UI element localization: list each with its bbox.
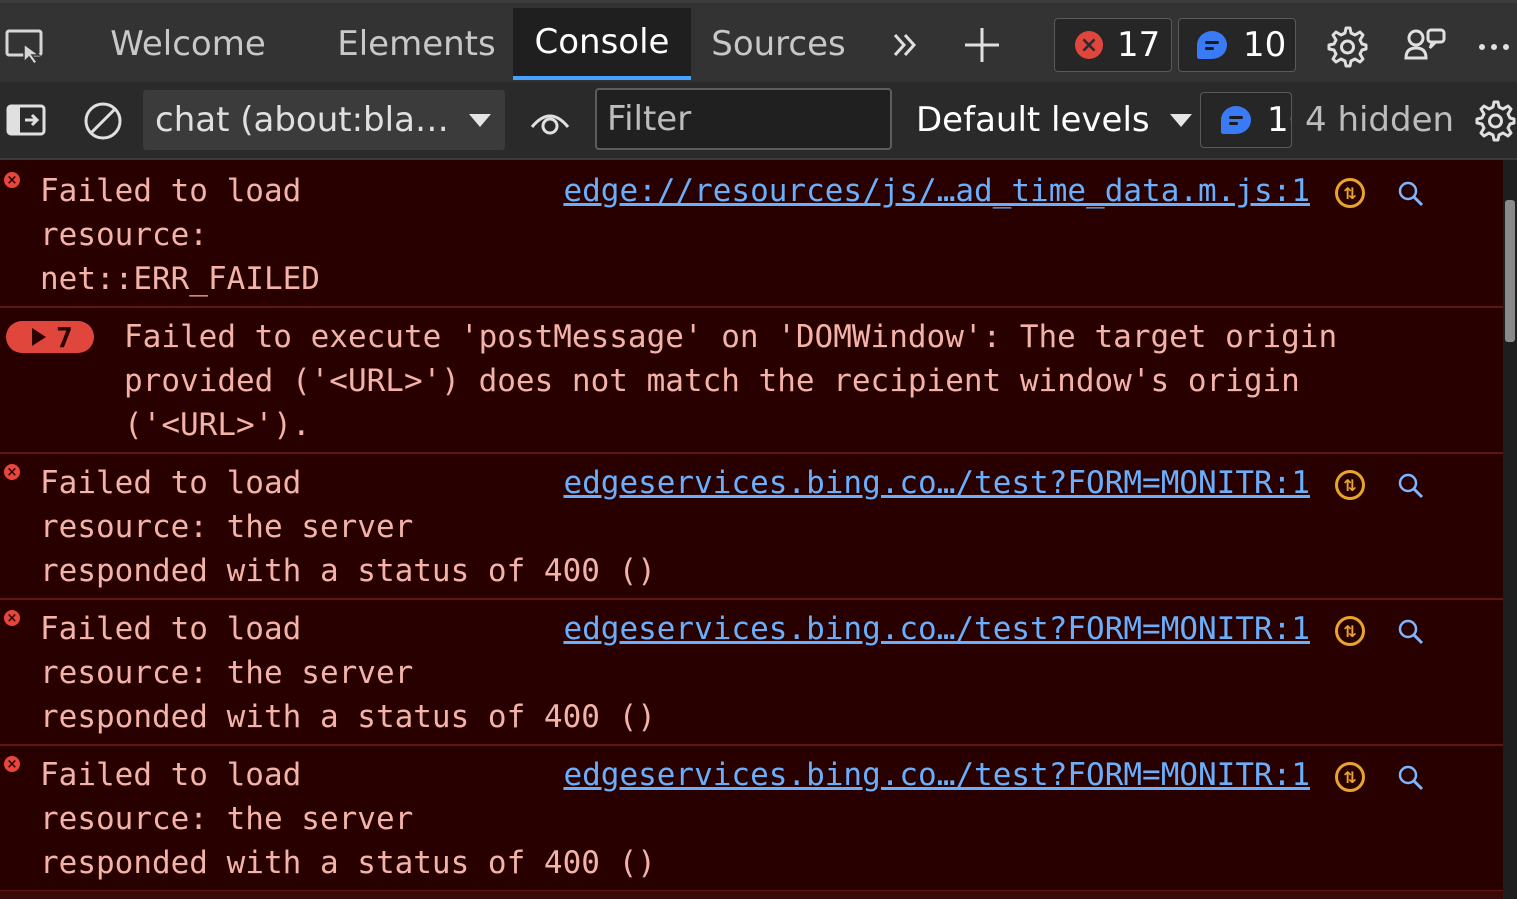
- filter-input[interactable]: [595, 88, 892, 150]
- message-divider: [0, 891, 1503, 899]
- tab-console[interactable]: Console: [513, 8, 691, 80]
- more-tabs-icon[interactable]: [884, 23, 926, 67]
- console-message[interactable]: × Failed to load resource: the server re…: [0, 746, 1503, 892]
- tab-sources[interactable]: Sources: [696, 8, 861, 80]
- source-link[interactable]: edge://resources/js/…ad_time_data.m.js:1: [503, 169, 1310, 213]
- search-icon[interactable]: [1397, 180, 1425, 208]
- hidden-messages-count: 4 hidden: [1305, 100, 1455, 140]
- issues-count: 10: [1267, 100, 1291, 140]
- error-icon: ×: [4, 464, 20, 480]
- console-message[interactable]: × Failed to load resource: the server re…: [0, 454, 1503, 600]
- show-sidebar-icon[interactable]: [2, 98, 50, 142]
- customize-devtools-icon[interactable]: [1400, 22, 1450, 70]
- message-icon: [1197, 31, 1227, 59]
- clear-console-icon[interactable]: [80, 98, 126, 144]
- inspect-element-icon[interactable]: [0, 23, 50, 67]
- console-message[interactable]: × Failed to load resource: net::ERR_FAIL…: [0, 160, 1503, 308]
- tab-elements[interactable]: Elements: [325, 8, 508, 80]
- tab-welcome[interactable]: Welcome: [92, 8, 284, 80]
- network-request-icon[interactable]: ⇅: [1335, 178, 1365, 208]
- error-icon: ×: [4, 756, 20, 772]
- network-request-icon[interactable]: ⇅: [1335, 762, 1365, 792]
- source-link[interactable]: edgeservices.bing.co…/test?FORM=MONITR:1: [503, 607, 1310, 651]
- log-levels-label: Default levels: [916, 100, 1150, 140]
- context-selector[interactable]: chat (about:bla…: [143, 90, 505, 150]
- live-expression-eye-icon[interactable]: [528, 100, 572, 144]
- add-tab-icon[interactable]: [960, 23, 1004, 67]
- settings-gear-icon[interactable]: [1322, 22, 1370, 70]
- console-message-group[interactable]: 7 Failed to execute 'postMessage' on 'DO…: [0, 308, 1503, 454]
- console-messages: × Failed to load resource: net::ERR_FAIL…: [0, 160, 1503, 899]
- error-counter-button[interactable]: × 17: [1054, 18, 1172, 72]
- repeat-count-badge[interactable]: 7: [6, 320, 94, 354]
- error-icon: ×: [4, 610, 20, 626]
- search-icon[interactable]: [1397, 618, 1425, 646]
- more-options-icon[interactable]: [1470, 27, 1517, 67]
- console-message[interactable]: × Failed to load resource: the server re…: [0, 600, 1503, 746]
- scrollbar-thumb[interactable]: [1505, 200, 1515, 342]
- expand-triangle-icon: [32, 328, 46, 346]
- chevron-down-icon: [1169, 113, 1192, 127]
- network-request-icon[interactable]: ⇅: [1335, 470, 1365, 500]
- source-link[interactable]: edgeservices.bing.co…/test?FORM=MONITR:1: [503, 753, 1310, 797]
- console-settings-gear-icon[interactable]: [1470, 96, 1517, 144]
- error-icon: ×: [4, 172, 20, 188]
- message-text: Failed to load resource: net::ERR_FAILED: [40, 173, 320, 297]
- search-icon[interactable]: [1397, 764, 1425, 792]
- context-selector-value: chat (about:bla…: [155, 100, 449, 140]
- message-text: Failed to execute 'postMessage' on 'DOMW…: [124, 319, 1338, 443]
- issues-counter-button[interactable]: 10: [1200, 92, 1292, 148]
- source-link[interactable]: edgeservices.bing.co…/test?FORM=MONITR:1: [503, 461, 1310, 505]
- search-icon[interactable]: [1397, 472, 1425, 500]
- repeat-count: 7: [56, 320, 73, 354]
- error-icon: ×: [1075, 31, 1103, 59]
- message-count: 10: [1243, 25, 1287, 65]
- message-counter-button[interactable]: 10: [1178, 18, 1296, 72]
- error-count: 17: [1117, 25, 1161, 65]
- devtools-tab-bar: Welcome Elements Console Sources × 17 10: [0, 0, 1517, 82]
- network-request-icon[interactable]: ⇅: [1335, 616, 1365, 646]
- console-toolbar: chat (about:bla… Default levels 10 4 hid…: [0, 82, 1517, 160]
- log-levels-dropdown[interactable]: Default levels: [916, 90, 1192, 150]
- chevron-down-icon: [469, 113, 491, 127]
- message-icon: [1221, 106, 1251, 134]
